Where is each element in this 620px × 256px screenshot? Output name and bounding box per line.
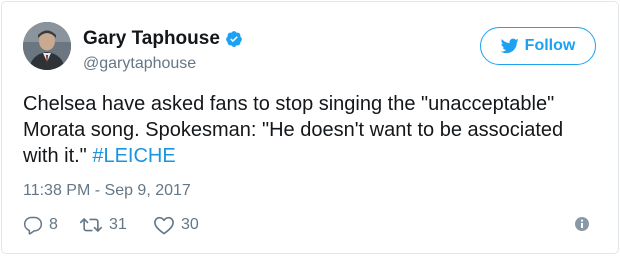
avatar[interactable] (23, 22, 71, 70)
verified-badge-icon (225, 30, 243, 48)
follow-button-label: Follow (524, 37, 576, 54)
user-handle[interactable]: @garytaphouse (83, 54, 196, 74)
display-name[interactable]: Gary Taphouse (83, 28, 220, 50)
follow-button[interactable]: Follow (480, 27, 596, 65)
tweet-text: Chelsea have asked fans to stop singing … (23, 91, 603, 169)
tweet-timestamp[interactable]: 11:38 PM - Sep 9, 2017 (23, 181, 191, 201)
retweet-count: 31 (109, 216, 127, 233)
name-row: Gary Taphouse (83, 28, 243, 50)
hashtag-link[interactable]: #LEICHE (92, 145, 175, 167)
reply-count: 8 (49, 216, 58, 233)
retweet-action[interactable]: 31 (79, 215, 153, 235)
like-action[interactable]: 30 (153, 215, 213, 235)
info-icon[interactable] (574, 216, 590, 232)
like-count: 30 (181, 216, 199, 233)
action-bar: 8 31 30 (23, 213, 213, 237)
tweet-card: Gary Taphouse @garytaphouse Follow Chels… (1, 1, 619, 254)
reply-action[interactable]: 8 (23, 215, 75, 235)
retweet-icon (79, 215, 103, 235)
heart-icon (153, 215, 175, 235)
twitter-bird-icon (500, 38, 519, 54)
reply-icon (23, 215, 43, 235)
